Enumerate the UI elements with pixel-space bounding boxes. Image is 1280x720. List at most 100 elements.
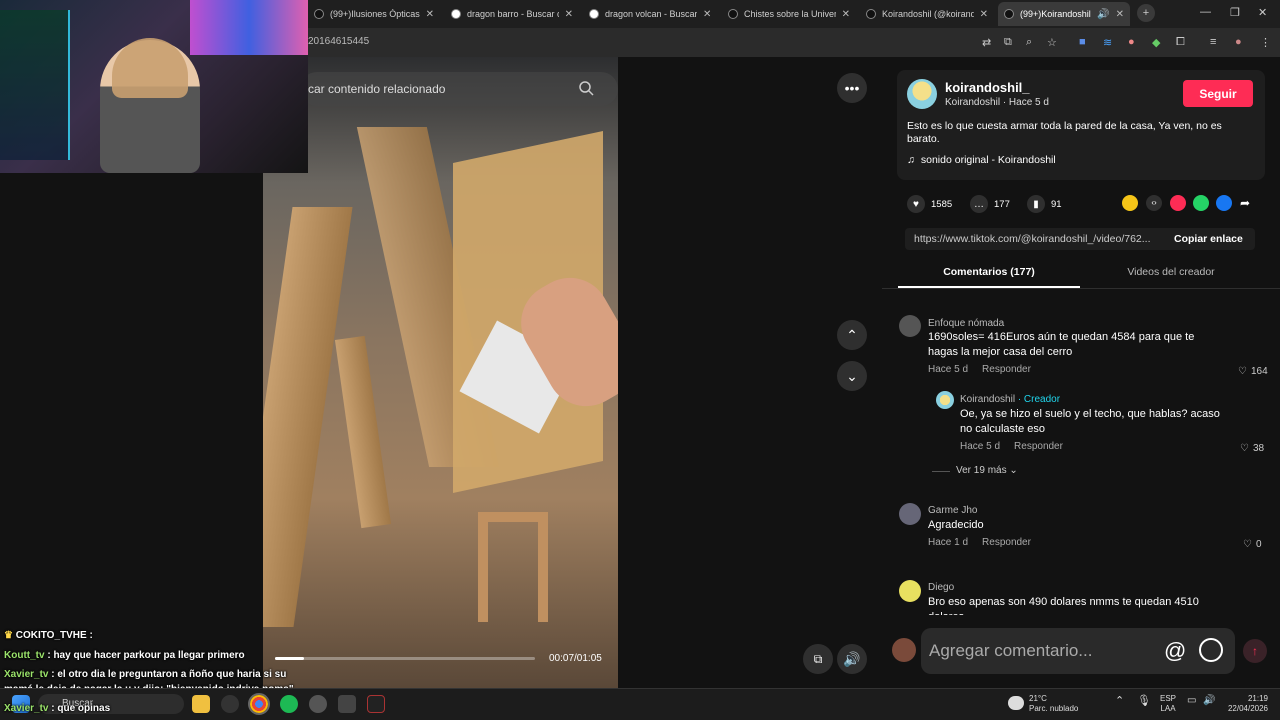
browser-tab-active[interactable]: (99+)Koirandoshil (@ 🔊 ✕: [998, 2, 1130, 26]
browser-tab[interactable]: dragon volcan - Buscar co ✕: [583, 2, 719, 26]
close-tab-icon[interactable]: ✕: [980, 9, 988, 20]
network-icon[interactable]: ▭: [1187, 696, 1196, 706]
zoom-icon[interactable]: ⌕: [1026, 36, 1032, 49]
comment-like[interactable]: ♡ 0: [1243, 539, 1262, 550]
translate-icon[interactable]: ⇄: [982, 36, 991, 49]
minimize-button[interactable]: —: [1200, 6, 1211, 18]
video-link[interactable]: https://www.tiktok.com/@koirandoshil_/vi…: [914, 233, 1151, 245]
view-more-replies[interactable]: Ver 19 más ⌄: [956, 465, 1018, 476]
tab-comments[interactable]: Comentarios (177): [898, 266, 1080, 288]
browser-tab[interactable]: Chistes sobre la Universid ✕: [722, 2, 856, 26]
close-tab-icon[interactable]: ✕: [565, 9, 573, 20]
comment-avatar[interactable]: [899, 315, 921, 337]
comment-author[interactable]: Koirandoshil · Creador: [960, 394, 1060, 405]
extension-icon[interactable]: ●: [1128, 36, 1135, 48]
video-player[interactable]: [263, 57, 618, 688]
reply-button[interactable]: Responder: [982, 364, 1031, 375]
comment-icon[interactable]: …: [970, 195, 988, 213]
reply-button[interactable]: Responder: [982, 537, 1031, 548]
follow-button[interactable]: Seguir: [1183, 80, 1253, 107]
browser-tab[interactable]: dragon barro - Buscar con ✕: [445, 2, 579, 26]
heart-icon[interactable]: ♥: [907, 195, 925, 213]
close-window-button[interactable]: ✕: [1258, 6, 1267, 19]
more-share-arrow-icon[interactable]: ➦: [1240, 195, 1256, 211]
send-to-friends-icon[interactable]: [1170, 195, 1186, 211]
volume-tray-icon[interactable]: 🔊: [1203, 696, 1215, 706]
reading-list-icon[interactable]: ≡: [1210, 36, 1216, 48]
extension-badge-icon[interactable]: ◆: [1152, 36, 1160, 49]
emoji-icon[interactable]: [1199, 638, 1223, 662]
comment-author[interactable]: Enfoque nómada: [928, 318, 1004, 329]
video-progress-bar[interactable]: [275, 657, 535, 660]
spotify-icon[interactable]: [280, 695, 298, 713]
microphone-icon[interactable]: 🎙: [1137, 696, 1151, 707]
volume-button[interactable]: 🔊: [837, 644, 867, 674]
author-username[interactable]: koirandoshil_: [945, 80, 1030, 95]
tab-title: Koirandoshil (@koirando: [882, 9, 974, 19]
weather-icon[interactable]: [1008, 696, 1024, 710]
comment-like-count: 0: [1255, 539, 1262, 550]
comment-author[interactable]: Garme Jho: [928, 505, 977, 516]
clock[interactable]: 21:19 22/04/2026: [1226, 694, 1268, 714]
author-avatar[interactable]: [907, 79, 937, 109]
address-bar[interactable]: 20164615445: [308, 36, 369, 47]
like-count: 1585: [931, 198, 953, 210]
install-app-icon[interactable]: ⧉: [1004, 36, 1012, 49]
language-indicator[interactable]: ESP LAA: [1160, 694, 1176, 714]
tab-creator-videos[interactable]: Videos del creador: [1080, 266, 1262, 278]
send-comment-button[interactable]: ↑: [1243, 639, 1267, 663]
save-stat[interactable]: ▮ 91: [1027, 195, 1062, 213]
heart-outline-icon[interactable]: ♡: [1240, 443, 1249, 454]
more-options-button[interactable]: •••: [837, 73, 867, 103]
heart-outline-icon[interactable]: ♡: [1243, 539, 1252, 550]
chrome-icon[interactable]: [248, 693, 270, 715]
post-music[interactable]: ♫ sonido original - Koirandoshil: [907, 154, 1056, 166]
maximize-button[interactable]: ❐: [1230, 6, 1240, 19]
game-icon[interactable]: [367, 695, 385, 713]
extension-audio-icon[interactable]: ≋: [1103, 36, 1112, 49]
close-tab-icon[interactable]: ✕: [426, 9, 434, 20]
next-video-button[interactable]: ⌄: [837, 361, 867, 391]
embed-code-icon[interactable]: ‹›: [1146, 195, 1162, 211]
previous-video-button[interactable]: ⌃: [837, 320, 867, 350]
browser-tab[interactable]: (99+)Ilusiones Ópticas en ✕: [308, 2, 440, 26]
share-repost-icon[interactable]: [1122, 195, 1138, 211]
comment-avatar[interactable]: [936, 391, 954, 409]
tray-chevron-icon[interactable]: ⌃: [1115, 696, 1124, 707]
heart-outline-icon[interactable]: ♡: [1238, 366, 1247, 377]
browser-menu-icon[interactable]: ⋮: [1260, 36, 1271, 49]
picture-in-picture-button[interactable]: ⧉: [803, 644, 833, 674]
creator-badge: · Creador: [1017, 394, 1061, 405]
xbox-icon[interactable]: [221, 695, 239, 713]
comment-avatar[interactable]: [899, 503, 921, 525]
close-tab-icon[interactable]: ✕: [842, 9, 850, 20]
weather-widget[interactable]: 21°C Parc. nublado: [1029, 694, 1078, 714]
comment-like[interactable]: ♡ 38: [1240, 443, 1264, 454]
extensions-puzzle-icon[interactable]: ⧠: [1176, 36, 1185, 49]
comment-like[interactable]: ♡ 164: [1238, 366, 1268, 377]
facebook-icon[interactable]: [1216, 195, 1232, 211]
copy-link-button[interactable]: Copiar enlace: [1174, 233, 1243, 245]
app-icon[interactable]: [338, 695, 356, 713]
like-stat[interactable]: ♥ 1585: [907, 195, 952, 213]
extension-translate-icon[interactable]: ■: [1079, 36, 1086, 48]
obs-icon[interactable]: [309, 695, 327, 713]
comment-avatar[interactable]: [899, 580, 921, 602]
comment-time: Hace 5 d: [960, 441, 1001, 452]
bookmark-icon[interactable]: ▮: [1027, 195, 1045, 213]
comment-author[interactable]: Diego: [928, 582, 954, 593]
mention-at-icon[interactable]: @: [1164, 638, 1186, 664]
close-tab-icon[interactable]: ✕: [703, 9, 711, 20]
comment-count: 177: [994, 198, 1010, 210]
profile-avatar-icon[interactable]: ●: [1235, 36, 1242, 48]
search-icon[interactable]: [578, 80, 594, 96]
file-explorer-icon[interactable]: [192, 695, 210, 713]
whatsapp-icon[interactable]: [1193, 195, 1209, 211]
browser-tab[interactable]: Koirandoshil (@koirando ✕: [860, 2, 994, 26]
close-tab-icon[interactable]: ✕: [1116, 9, 1124, 20]
reply-button[interactable]: Responder: [1014, 441, 1063, 452]
related-search-placeholder: car contenido relacionado: [308, 82, 446, 96]
comment-stat[interactable]: … 177: [970, 195, 1010, 213]
bookmark-star-icon[interactable]: ☆: [1047, 36, 1057, 49]
new-tab-button[interactable]: +: [1137, 4, 1155, 22]
